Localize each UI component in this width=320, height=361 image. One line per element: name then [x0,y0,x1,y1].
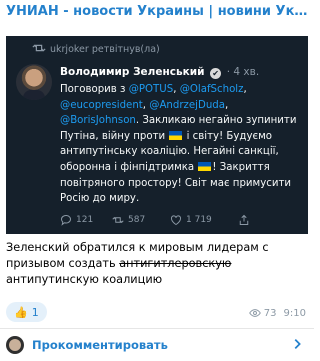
mention-link[interactable]: @BorisJohnson [60,115,136,126]
tweet-text-part: Поговорив з [60,84,129,95]
tweet-text-part: , [225,99,229,111]
tweet-actions: 121 587 1 719 [60,214,304,228]
like-action[interactable]: 1 719 [170,214,212,226]
reply-icon [61,215,71,226]
reaction-count: 1 [31,305,39,319]
mention-link[interactable]: @eucopresident [60,100,143,111]
like-count: 1 719 [186,215,212,225]
mention-link[interactable]: @POTUS [129,84,174,95]
post-meta: 73 9:10 [248,307,306,319]
retweet-action[interactable]: 587 [112,214,145,226]
retweet-text: ukrjoker ретвітнув(ла) [50,44,160,55]
channel-title[interactable]: УНИАН - новости Украины | новини Украї..… [6,4,308,19]
verified-badge-icon: ✔ [210,68,222,79]
tweet-time: · 4 хв. [226,66,260,78]
author-name: Володимир Зеленський [60,66,205,78]
post-time: 9:10 [283,307,306,319]
comment-button[interactable]: Прокомментировать [32,338,168,352]
tweet-text-part: , [243,84,247,95]
reaction-thumbs-up[interactable]: 👍 1 [6,302,47,322]
telegram-post-card: УНИАН - новости Украины | новини Украї..… [0,0,314,361]
reply-action[interactable]: 121 [60,214,93,226]
divider [0,328,314,329]
author-avatar [16,64,52,100]
strikethrough-text: антигитлеровскую [119,257,232,270]
chevron-right-icon [294,339,301,349]
mention-link[interactable]: @OlafScholz [180,84,244,95]
view-count: 73 [263,307,277,319]
message-text-part: антипутинскую коалицию [6,273,163,286]
ukraine-flag-icon [198,161,212,171]
tweet-text: Поговорив з @POTUS, @OlafScholz, @eucopre… [60,82,304,207]
mention-link[interactable]: @AndrzejDuda [149,100,225,111]
share-action[interactable] [238,214,250,226]
retweet-icon [32,44,46,52]
eye-icon [248,309,261,317]
thumbs-up-icon: 👍 [14,305,28,319]
commenter-avatar [6,336,24,354]
retweet-icon [112,217,124,223]
heart-icon [171,215,181,226]
tweet-author-line: Володимир Зеленський ✔ · 4 хв. [60,66,259,79]
post-message-text: Зеленский обратился к мировым лидерам с … [6,240,308,288]
tweet-screenshot[interactable]: ukrjoker ретвітнув(ла) Володимир Зеленсь… [6,36,308,234]
comment-bar[interactable]: Прокомментировать [0,330,314,361]
share-icon [239,214,249,225]
retweet-count: 587 [128,215,146,225]
ukraine-flag-icon [169,130,183,140]
reply-count: 121 [76,215,94,225]
